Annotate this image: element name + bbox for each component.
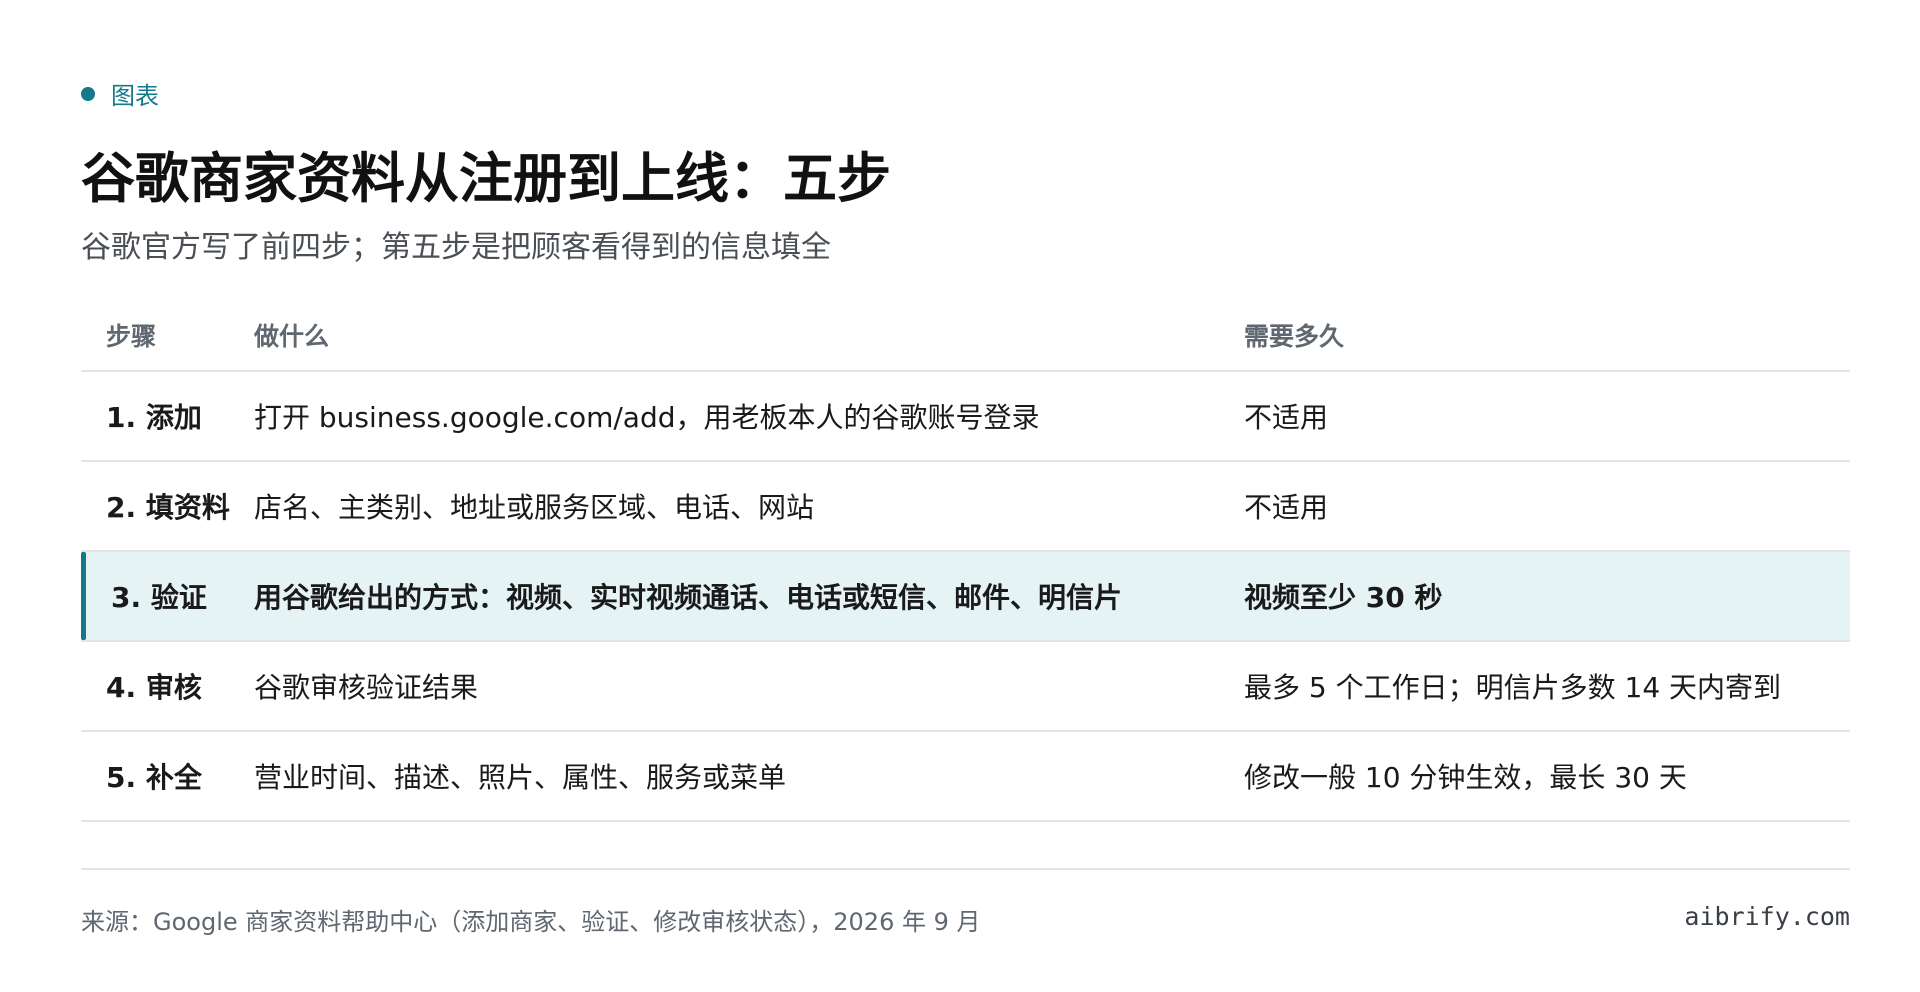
table-row: 4. 审核 谷歌审核验证结果 最多 5 个工作日；明信片多数 14 天内寄到 <box>81 642 1850 732</box>
page-subtitle: 谷歌官方写了前四步；第五步是把顾客看得到的信息填全 <box>81 230 831 265</box>
table-row: 1. 添加 打开 business.google.com/add，用老板本人的谷… <box>81 372 1850 462</box>
column-header-step: 步骤 <box>106 322 157 351</box>
column-header-what: 做什么 <box>254 322 330 351</box>
step-cell: 3. 验证 <box>111 581 207 614</box>
time-cell: 最多 5 个工作日；明信片多数 14 天内寄到 <box>1244 671 1782 704</box>
what-cell: 打开 business.google.com/add，用老板本人的谷歌账号登录 <box>254 401 1040 434</box>
time-cell: 修改一般 10 分钟生效，最长 30 天 <box>1244 761 1687 794</box>
what-cell: 用谷歌给出的方式：视频、实时视频通话、电话或短信、邮件、明信片 <box>254 581 1123 614</box>
table-row: 2. 填资料 店名、主类别、地址或服务区域、电话、网站 不适用 <box>81 462 1850 552</box>
brand-watermark: aibrify.com <box>1684 902 1850 931</box>
step-cell: 4. 审核 <box>106 671 202 704</box>
table-row: 5. 补全 营业时间、描述、照片、属性、服务或菜单 修改一般 10 分钟生效，最… <box>81 732 1850 822</box>
what-cell: 店名、主类别、地址或服务区域、电话、网站 <box>254 491 815 524</box>
source-note: 来源：Google 商家资料帮助中心（添加商家、验证、修改审核状态），2026 … <box>81 908 981 936</box>
step-cell: 5. 补全 <box>106 761 202 794</box>
column-header-time: 需要多久 <box>1244 322 1345 351</box>
time-cell: 不适用 <box>1244 401 1329 434</box>
bullet-dot-icon <box>81 86 95 101</box>
footer-divider <box>81 868 1850 870</box>
category-tag-label: 图表 <box>111 82 159 110</box>
step-cell: 1. 添加 <box>106 401 202 434</box>
step-cell: 2. 填资料 <box>106 491 230 524</box>
steps-table: 步骤 做什么 需要多久 1. 添加 打开 business.google.com… <box>81 300 1850 822</box>
table-header-row: 步骤 做什么 需要多久 <box>81 300 1850 372</box>
time-cell: 不适用 <box>1244 491 1329 524</box>
what-cell: 谷歌审核验证结果 <box>254 671 479 704</box>
page-title: 谷歌商家资料从注册到上线：五步 <box>81 147 891 210</box>
table-row-highlighted: 3. 验证 用谷歌给出的方式：视频、实时视频通话、电话或短信、邮件、明信片 视频… <box>81 552 1850 642</box>
time-cell: 视频至少 30 秒 <box>1244 581 1443 614</box>
page: 图表 谷歌商家资料从注册到上线：五步 谷歌官方写了前四步；第五步是把顾客看得到的… <box>0 0 1920 992</box>
category-tag: 图表 <box>81 76 159 111</box>
what-cell: 营业时间、描述、照片、属性、服务或菜单 <box>254 761 787 794</box>
